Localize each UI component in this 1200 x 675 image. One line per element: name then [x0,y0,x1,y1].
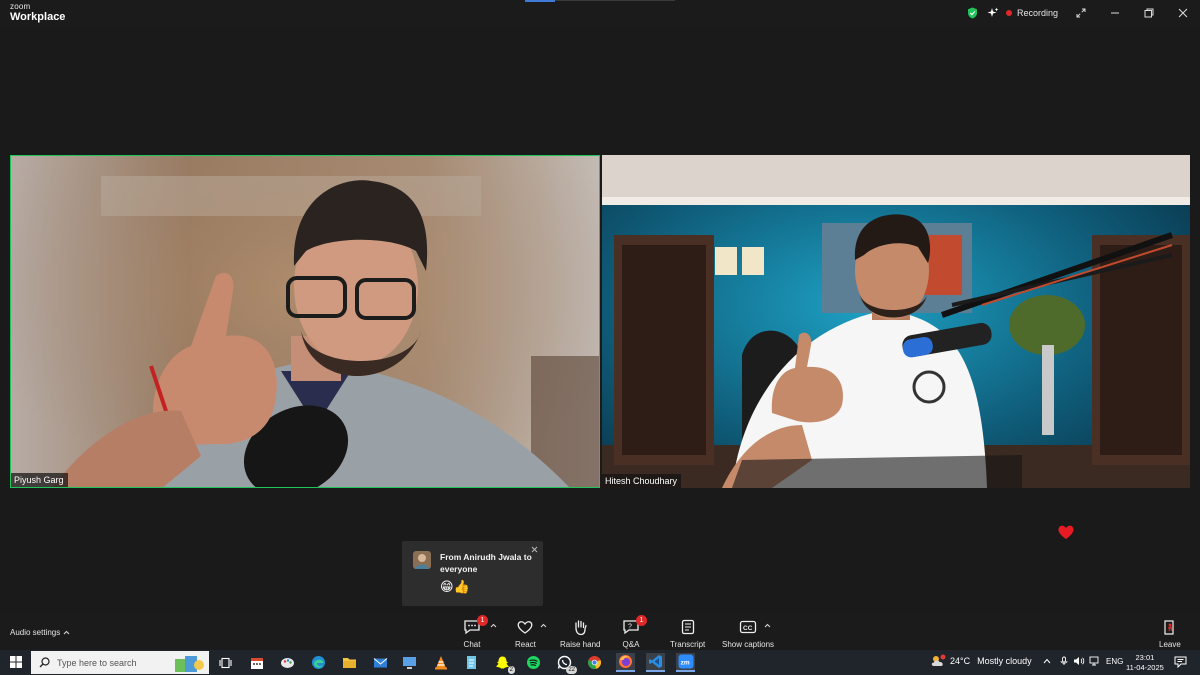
close-button[interactable] [1166,0,1200,26]
show-captions-button[interactable]: CC Show captions [722,617,774,649]
close-icon[interactable] [529,544,539,554]
recording-label: Recording [1016,8,1058,18]
audio-settings-button[interactable]: Audio settings [10,628,70,637]
windows-taskbar: Type here to search 2 22 zm 24°C Mostly … [0,650,1200,675]
captions-options-chevron-icon[interactable] [764,623,771,628]
ai-companion-sparkle-icon[interactable] [986,7,1000,19]
chat-sender-text: From Anirudh Jwala to everyone [440,552,532,574]
transcript-icon [680,617,696,637]
vscode-app-icon[interactable] [646,653,665,672]
chevron-up-icon [63,630,70,635]
recording-dot-icon [1005,10,1012,16]
recording-indicator[interactable]: Recording [1005,8,1058,18]
search-highlight-art-icon [175,656,204,672]
microphone-tray-icon[interactable] [1058,656,1070,666]
chat-badge: 1 [477,615,488,626]
chrome-browser-icon[interactable] [585,653,604,672]
show-captions-label: Show captions [722,640,775,649]
react-label: React [515,640,536,649]
system-tray: ENG [1043,656,1123,666]
video-tile-piyush-garg[interactable]: Piyush Garg [10,155,600,488]
volume-icon[interactable] [1073,656,1085,666]
participant-name-label: Piyush Garg [11,473,68,487]
top-divider [555,0,675,1]
qa-badge: 1 [636,615,647,626]
sender-avatar [413,551,431,569]
zoom-workplace-logo: zoom Workplace [10,3,65,23]
top-accent-mark [525,0,555,2]
qa-icon: ? 1 [622,615,647,637]
notepad-app-icon[interactable] [462,653,481,672]
snapchat-badge: 2 [507,666,515,674]
vlc-player-icon[interactable] [431,653,450,672]
mail-app-icon[interactable] [371,653,390,672]
edge-browser-icon[interactable] [309,653,328,672]
raise-hand-label: Raise hand [560,640,601,649]
chat-button[interactable]: 1 Chat [463,615,488,649]
cloudy-weather-icon [931,654,946,666]
chat-icon: 1 [463,615,488,637]
leave-icon [1162,617,1178,637]
participant-video-feed [11,156,599,487]
file-explorer-icon[interactable] [340,653,359,672]
closed-captions-icon: CC [739,617,757,637]
transcript-button[interactable]: Transcript [670,617,705,649]
clock-time: 23:01 [1135,653,1155,662]
react-button[interactable]: React [515,617,536,649]
raise-hand-icon [572,617,588,637]
taskbar-clock[interactable]: 23:01 11-04-2025 [1126,653,1164,673]
weather-condition: Mostly cloudy [977,656,1032,666]
taskbar-search-box[interactable]: Type here to search [31,651,209,674]
task-view-icon[interactable] [216,653,235,672]
whatsapp-badge: 22 [566,666,577,674]
spotify-app-icon[interactable] [524,653,543,672]
restore-button[interactable] [1132,0,1166,26]
whatsapp-app-icon[interactable]: 22 [555,653,577,674]
chat-label: Chat [463,640,481,649]
svg-text:?: ? [628,624,632,631]
audio-settings-label: Audio settings [10,628,61,637]
logo-bottom-text: Workplace [10,11,66,23]
svg-text:zm: zm [680,659,689,666]
weather-temperature: 24°C [950,656,971,666]
search-icon [39,657,50,668]
language-indicator[interactable]: ENG [1106,657,1123,666]
firefox-browser-icon[interactable] [616,653,635,672]
leave-button[interactable]: Leave [1159,617,1181,649]
chat-options-chevron-icon[interactable] [490,623,497,628]
chevron-up-icon[interactable] [1043,658,1051,664]
react-options-chevron-icon[interactable] [540,623,547,628]
logo-top-text: zoom [10,2,31,11]
weather-widget[interactable]: 24°C Mostly cloudy [930,654,1032,668]
windows-start-icon[interactable] [10,656,22,668]
notification-center-icon[interactable] [1174,656,1187,668]
raise-hand-button[interactable]: Raise hand [560,617,600,649]
leave-label: Leave [1159,640,1181,649]
qa-button[interactable]: ? 1 Q&A [622,615,647,649]
svg-text:CC: CC [743,625,753,632]
react-heart-icon [516,617,534,637]
minimize-button[interactable] [1098,0,1132,26]
participant-name-label: Hitesh Choudhary [602,474,682,488]
title-bar: zoom Workplace Recording [0,0,1200,26]
calendar-app-icon[interactable] [247,653,266,672]
qa-label: Q&A [622,640,640,649]
zoom-app-icon[interactable]: zm [676,653,695,672]
heart-icon [1058,525,1074,539]
meeting-toolbar: Audio settings 1 Chat React Raise hand ?… [0,613,1200,651]
chat-notification-toast[interactable]: From Anirudh Jwala to everyone 😁👍 [402,541,543,606]
remote-desktop-icon[interactable] [400,653,419,672]
network-icon[interactable] [1088,656,1100,666]
video-tile-hitesh-choudhary[interactable]: Hitesh Choudhary [602,155,1190,488]
chat-message-text: 😁👍 [440,579,470,594]
clock-date: 11-04-2025 [1126,663,1164,672]
search-placeholder: Type here to search [57,657,137,668]
snapchat-app-icon[interactable]: 2 [493,653,515,674]
transcript-label: Transcript [670,640,706,649]
participant-video-feed [602,155,1190,488]
paint-app-icon[interactable] [278,653,297,672]
fullscreen-icon[interactable] [1064,0,1098,26]
security-shield-icon[interactable] [966,7,980,19]
